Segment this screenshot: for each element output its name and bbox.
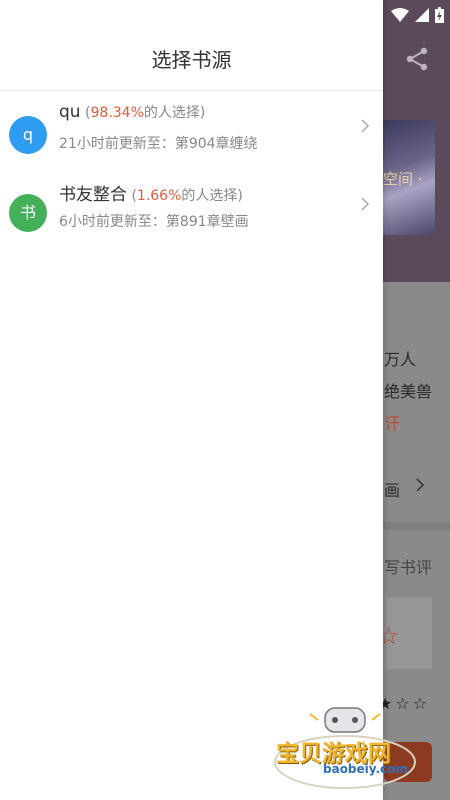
signal-icon <box>415 8 429 22</box>
source-name-line: qu (98.34%的人选择) <box>59 102 205 122</box>
pct-suffix: 的人选择) <box>181 188 243 204</box>
section-divider <box>383 522 450 530</box>
source-update: 21小时前更新至：第904章缠绕 <box>59 136 258 152</box>
chevron-right-icon <box>361 119 370 133</box>
pct-suffix: 的人选择) <box>143 105 206 121</box>
status-bar <box>391 5 444 25</box>
source-name-line: 书友整合 (1.66%的人选择) <box>59 180 243 205</box>
share-icon[interactable] <box>404 46 430 72</box>
drawer-title: 选择书源 <box>151 48 232 72</box>
source-avatar: q <box>9 116 47 154</box>
source-avatar: 书 <box>9 194 47 232</box>
watermark-url: baobeiy.com <box>323 762 408 776</box>
pct-open: ( <box>80 105 91 121</box>
pct-open: ( <box>127 188 137 204</box>
chevron-right-icon <box>416 478 425 492</box>
source-name: qu <box>59 102 81 122</box>
readers-count: 万人 <box>384 350 417 369</box>
expand-link[interactable]: 讦 <box>384 410 400 434</box>
latest-chapter[interactable]: 画 <box>384 477 400 501</box>
source-percent: 98.34% <box>90 105 144 121</box>
divider <box>0 90 383 91</box>
write-review-link[interactable]: 写书评 <box>384 554 432 578</box>
source-drawer: 选择书源 q qu (98.34%的人选择) 21小时前更新至：第904章缠绕 … <box>0 0 383 800</box>
source-name: 书友整合 <box>59 185 127 205</box>
battery-icon <box>435 7 444 23</box>
source-update: 6小时前更新至：第891章壁画 <box>59 214 249 230</box>
source-percent: 1.66% <box>136 188 182 204</box>
chevron-right-icon <box>361 197 370 211</box>
source-item-qu[interactable]: q qu (98.34%的人选择) 21小时前更新至：第904章缠绕 <box>0 98 383 176</box>
cover-title: 空间 · <box>383 170 423 188</box>
wifi-icon <box>391 8 409 22</box>
source-item-shuyou[interactable]: 书 书友整合 (1.66%的人选择) 6小时前更新至：第891章壁画 <box>0 176 383 254</box>
book-desc: 绝美兽 <box>384 382 433 401</box>
